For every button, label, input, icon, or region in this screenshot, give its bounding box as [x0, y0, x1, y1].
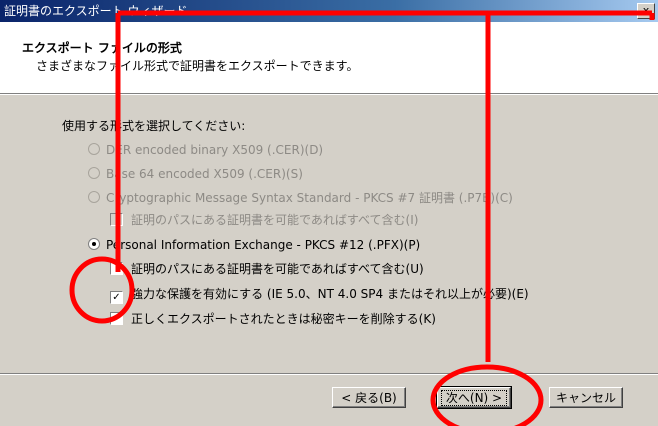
checkbox-pfx-include-chain-label: 証明のパスにある証明書を可能であればすべて含む(U): [131, 262, 424, 276]
checkbox[interactable]: [110, 213, 123, 226]
checkbox-strong-protection[interactable]: ✓ 強力な保護を有効にする (IE 5.0、NT 4.0 SP4 またはそれ以上が…: [110, 286, 529, 304]
page-subtitle: さまざまなファイル形式で証明書をエクスポートできます。: [36, 59, 359, 73]
radio-der[interactable]: DER encoded binary X509 (.CER)(D): [88, 142, 323, 158]
checkbox-p7b-include-chain-label: 証明のパスにある証明書を可能であればすべて含む(I): [131, 213, 419, 227]
checkbox-pfx-include-chain[interactable]: 証明のパスにある証明書を可能であればすべて含む(U): [110, 261, 424, 277]
radio-pkcs7-label: Cryptographic Message Syntax Standard - …: [106, 191, 513, 205]
page-title: エクスポート ファイルの形式: [22, 41, 182, 55]
radio-button[interactable]: [88, 238, 100, 250]
radio-pfx-label: Personal Information Exchange - PKCS #12…: [106, 238, 421, 252]
window-title: 証明書のエクスポート ウィザード: [4, 4, 188, 18]
header-divider: [0, 93, 658, 95]
radio-base64-label: Base 64 encoded X509 (.CER)(S): [106, 167, 303, 181]
checkbox[interactable]: [110, 312, 123, 325]
checkbox-delete-private-key[interactable]: 正しくエクスポートされたときは秘密キーを削除する(K): [110, 311, 436, 327]
footer-divider: [0, 373, 658, 375]
checkbox-delete-private-key-label: 正しくエクスポートされたときは秘密キーを削除する(K): [131, 312, 436, 326]
back-button[interactable]: < 戻る(B): [332, 387, 406, 408]
radio-button[interactable]: [88, 191, 100, 203]
radio-pkcs7[interactable]: Cryptographic Message Syntax Standard - …: [88, 190, 513, 206]
wizard-header: エクスポート ファイルの形式 さまざまなファイル形式で証明書をエクスポートできま…: [0, 22, 658, 93]
radio-button[interactable]: [88, 143, 100, 155]
radio-pfx[interactable]: Personal Information Exchange - PKCS #12…: [88, 237, 420, 253]
radio-der-label: DER encoded binary X509 (.CER)(D): [106, 143, 324, 157]
checkbox-checked[interactable]: ✓: [110, 291, 123, 304]
radio-base64[interactable]: Base 64 encoded X509 (.CER)(S): [88, 166, 303, 182]
checkbox[interactable]: [110, 262, 123, 275]
title-bar: 証明書のエクスポート ウィザード x: [0, 0, 658, 22]
next-button-label: 次へ(N) >: [440, 390, 508, 406]
checkbox-p7b-include-chain[interactable]: 証明のパスにある証明書を可能であればすべて含む(I): [110, 212, 418, 228]
checkbox-strong-protection-label: 強力な保護を有効にする (IE 5.0、NT 4.0 SP4 またはそれ以上が必…: [131, 287, 529, 301]
format-prompt: 使用する形式を選択してください:: [62, 119, 246, 133]
radio-button[interactable]: [88, 167, 100, 179]
close-button[interactable]: x: [637, 3, 655, 19]
cancel-button[interactable]: キャンセル: [549, 387, 623, 408]
next-button[interactable]: 次へ(N) >: [436, 386, 512, 409]
